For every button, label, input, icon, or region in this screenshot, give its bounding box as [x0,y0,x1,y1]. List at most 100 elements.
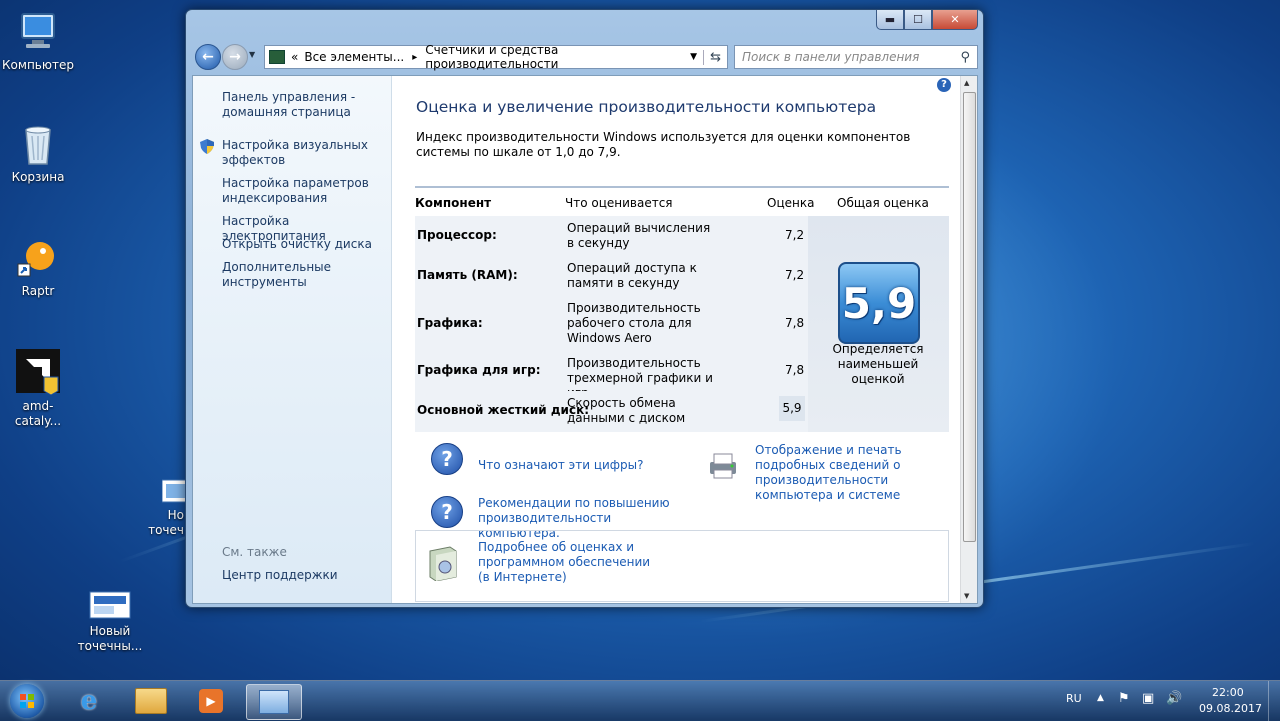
sidebar-home-link[interactable]: Панель управления - домашняя страница [222,90,387,120]
forward-button[interactable]: → [222,44,248,70]
arrow-left-icon: ← [202,49,214,65]
taskbar-explorer[interactable] [124,684,178,718]
navigation-bar: ← → ▼ « Все элементы... ▸ Счетчики и сре… [192,42,979,72]
taskbar-control-panel-active[interactable] [246,684,302,720]
show-desktop-button[interactable] [1268,681,1280,721]
table-row: Графика: Производительность рабочего сто… [415,296,808,351]
shield-icon [200,139,214,154]
row-score-lowest: 5,9 [779,396,805,421]
caption-buttons: ▬ ☐ ✕ [876,10,978,30]
desktop-icon-label: точеч [148,523,184,537]
maximize-button[interactable]: ☐ [904,10,932,30]
amd-catalyst-icon [14,347,62,396]
desktop-icon-raptr[interactable]: Raptr [0,236,76,299]
sidebar: Панель управления - домашняя страница На… [193,76,392,603]
computer-icon [16,10,60,54]
header-what: Что оценивается [565,196,673,210]
media-player-icon: ▶ [199,689,223,713]
clock-date[interactable]: 09.08.2017 [1199,702,1262,715]
desktop-icon-amd-catalyst[interactable]: amd-cataly... [0,347,76,429]
page-description: Индекс производительности Windows исполь… [416,130,911,159]
overall-score-panel: 5,9 Определяется наименьшей оценкой [808,216,949,432]
sidebar-link-disk-cleanup[interactable]: Открыть очистку диска [222,237,387,252]
volume-icon[interactable]: 🔊 [1166,691,1182,706]
desktop-icon-label: Компьютер [2,58,74,72]
page-title: Оценка и увеличение производительности к… [416,98,877,116]
help-button[interactable]: ? [935,76,953,94]
help-question-icon: ? [431,443,463,475]
row-what: Операций вычисления в секунду [567,221,711,250]
header-overall: Общая оценка [837,196,929,210]
language-indicator[interactable]: RU [1066,692,1082,705]
overall-score-badge: 5,9 [838,262,920,344]
address-dropdown-icon[interactable]: ▼ [690,52,697,62]
printer-icon [706,450,740,480]
breadcrumb-overflow[interactable]: « [291,50,298,64]
scrollbar-thumb[interactable] [963,92,976,542]
sidebar-link-indexing[interactable]: Настройка параметров индексирования [222,176,387,206]
control-panel-icon [269,50,285,64]
print-details-link[interactable]: Отображение и печать подробных сведений … [755,443,955,503]
breadcrumb-separator[interactable]: ▸ [412,52,417,63]
desktop-icon-label: точечны... [77,639,143,653]
see-also-heading: См. также [222,545,287,559]
start-button[interactable] [0,684,54,718]
scroll-up-icon[interactable]: ▲ [964,79,969,87]
control-panel-icon [259,690,289,714]
search-input[interactable]: Поиск в панели управления [742,50,960,64]
action-center-flag-icon[interactable]: ⚑ [1118,691,1130,706]
desktop-icon-recycle-bin[interactable]: Корзина [0,122,76,185]
desktop-icon-label: Корзина [11,170,65,184]
more-info-link[interactable]: Подробнее об оценках и программном обесп… [478,540,663,585]
sidebar-link-advanced-tools[interactable]: Дополнительные инструменты [222,260,387,290]
breadcrumb-performance[interactable]: Счетчики и средства производительности [425,43,690,71]
table-row: Память (RAM): Операций доступа к памяти … [415,256,808,296]
table-row: Основной жесткий диск: Скорость обмена д… [415,391,808,432]
raptr-icon [16,236,60,280]
minimize-button[interactable]: ▬ [876,10,904,30]
close-button[interactable]: ✕ [932,10,978,30]
back-button[interactable]: ← [195,44,221,70]
folder-icon [135,688,167,714]
bitmap-icon [88,590,132,620]
vertical-scrollbar[interactable]: ▲ ▼ [960,76,977,603]
breadcrumb-all-items[interactable]: Все элементы... [304,50,404,64]
software-box-icon [426,543,460,582]
content-area: Панель управления - домашняя страница На… [192,75,978,604]
search-icon[interactable]: ⚲ [960,50,970,65]
refresh-icon[interactable]: ⇆ [703,49,727,65]
row-component: Графика для игр: [417,363,541,377]
desktop-icon-label: amd-cataly... [14,399,62,428]
network-icon[interactable]: ▣ [1142,691,1154,706]
main-panel: Оценка и увеличение производительности к… [392,76,960,603]
desktop-icon-bitmap-partial[interactable]: Но точеч [148,478,188,538]
row-component: Основной жесткий диск: [417,403,590,417]
history-dropdown-icon[interactable]: ▼ [249,50,255,59]
see-also-action-center-link[interactable]: Центр поддержки [222,568,387,583]
scroll-down-icon[interactable]: ▼ [964,592,969,600]
table-header-row: Компонент Что оценивается Оценка Общая о… [415,188,949,217]
table-row: Графика для игр: Производительность трех… [415,351,808,400]
desktop-icon-bitmap[interactable]: Новый точечны... [72,590,148,654]
internet-explorer-icon: e [80,686,98,716]
overall-score-note: Определяется наименьшей оценкой [832,342,924,386]
header-score: Оценка [767,196,815,210]
overall-score-value: 5,9 [841,278,917,328]
row-what: Скорость обмена данными с диском [567,396,686,425]
arrow-right-icon: → [229,49,241,65]
taskbar: e ▶ RU ▲ ⚑ ▣ 🔊 22:00 09.08.2017 [0,680,1280,721]
what-numbers-link[interactable]: Что означают эти цифры? [478,458,644,473]
address-bar[interactable]: « Все элементы... ▸ Счетчики и средства … [264,43,728,71]
search-box[interactable]: Поиск в панели управления ⚲ [734,45,978,69]
row-component: Память (RAM): [417,268,518,282]
taskbar-media-player[interactable]: ▶ [184,684,238,718]
clock-time[interactable]: 22:00 [1212,686,1244,699]
row-score: 7,8 [785,363,805,377]
show-hidden-icons-icon[interactable]: ▲ [1097,693,1104,703]
sidebar-link-visual-effects[interactable]: Настройка визуальных эффектов [222,138,387,168]
row-score: 7,2 [785,228,805,242]
desktop-icon-computer[interactable]: Компьютер [0,10,76,73]
desktop-icon-label: Raptr [21,284,55,298]
taskbar-internet-explorer[interactable]: e [62,684,116,718]
row-score: 7,2 [785,268,805,282]
